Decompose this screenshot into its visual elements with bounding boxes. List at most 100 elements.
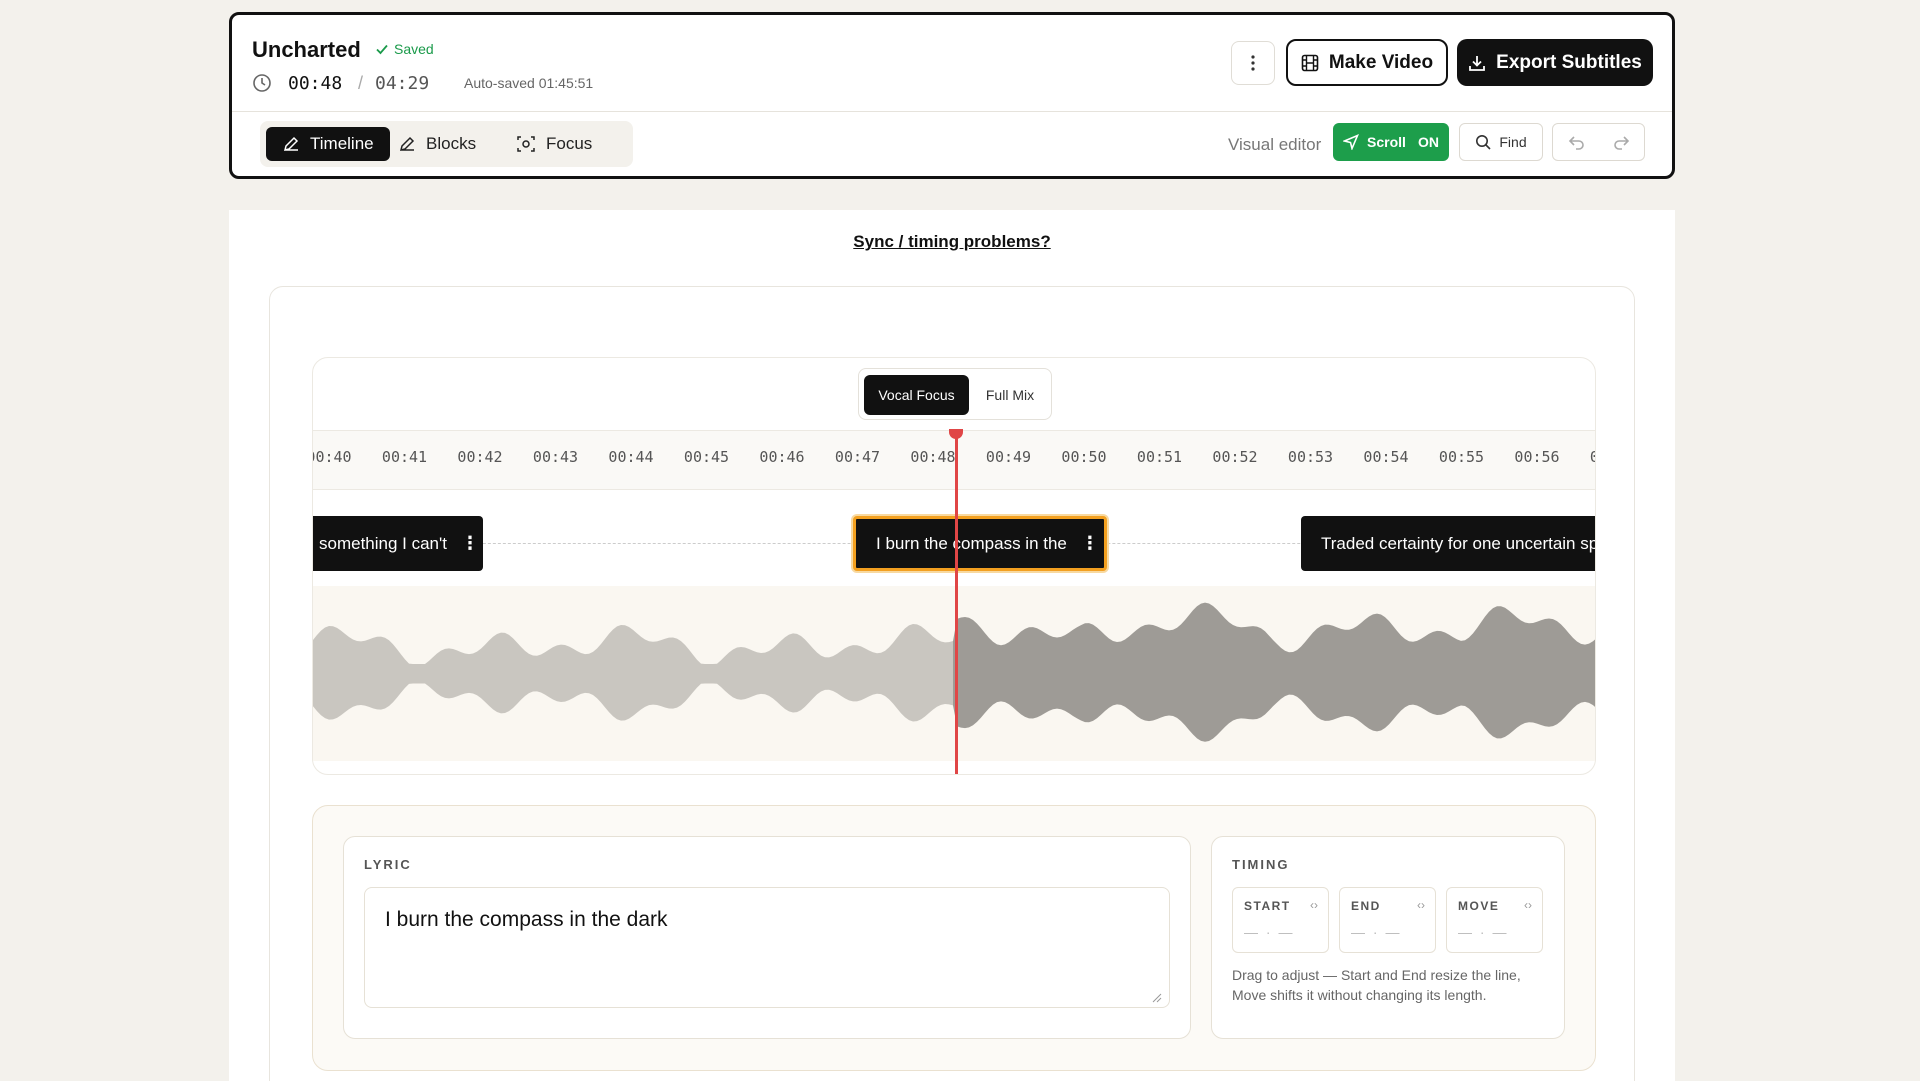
move-handle[interactable]: MOVE ‹› — · — xyxy=(1446,887,1543,953)
time-separator: / xyxy=(358,73,364,93)
lyric-block[interactable]: Traded certainty for one uncertain sp xyxy=(1301,516,1596,571)
check-icon xyxy=(376,44,388,55)
lyric-track: something I can't ⋮ I burn the compass i… xyxy=(313,490,1595,586)
ruler-tick: 00:43 xyxy=(532,448,579,466)
lyric-section-label: LYRIC xyxy=(364,857,412,872)
search-icon xyxy=(1476,135,1491,150)
ruler-tick: 00:53 xyxy=(1287,448,1334,466)
export-label: Export Subtitles xyxy=(1496,51,1642,73)
start-label: START xyxy=(1244,899,1291,913)
download-icon xyxy=(1469,55,1486,71)
playhead[interactable] xyxy=(955,430,958,774)
waveform-upcoming xyxy=(953,602,1595,742)
timing-card: TIMING START ‹› — · — END ‹› — · — MOVE … xyxy=(1211,836,1565,1039)
timing-hint: Drag to adjust — Start and End resize th… xyxy=(1232,967,1521,1003)
find-button[interactable]: Find xyxy=(1459,123,1543,161)
vertical-dots-icon xyxy=(1251,55,1255,71)
ruler-tick: 00:40 xyxy=(313,448,352,466)
undo-redo-group xyxy=(1552,123,1645,161)
waveform-played xyxy=(313,624,953,722)
undo-icon xyxy=(1568,136,1584,150)
start-value: — · — xyxy=(1244,924,1295,940)
view-tabs: Timeline Blocks Focus xyxy=(260,121,633,167)
ruler-tick: 00:56 xyxy=(1514,448,1560,466)
tab-focus[interactable]: Focus xyxy=(500,127,608,161)
sync-timing-link[interactable]: Sync / timing problems? xyxy=(229,232,1675,252)
redo-icon xyxy=(1614,136,1630,150)
vocal-focus-option[interactable]: Vocal Focus xyxy=(864,375,969,415)
pencil-icon xyxy=(283,136,299,152)
lyric-textarea[interactable]: I burn the compass in the dark xyxy=(364,887,1170,1008)
focus-icon xyxy=(517,136,535,152)
ruler-tick: 00:52 xyxy=(1212,448,1258,466)
clock-icon xyxy=(253,74,271,92)
lyric-block-text: I burn the compass in the xyxy=(876,533,1067,553)
editor-header: Uncharted Saved 00:48 / 04:29 Auto-saved… xyxy=(229,12,1675,179)
drag-arrows-icon: ‹› xyxy=(1417,898,1425,912)
total-time: 04:29 xyxy=(375,73,430,94)
lyric-block-selected[interactable]: I burn the compass in the ⋮ xyxy=(853,516,1107,571)
editor-frame: Vocal Focus Full Mix 00:4000:4100:4200:4… xyxy=(269,286,1635,1081)
resize-grip-icon[interactable] xyxy=(1152,993,1162,1003)
scroll-label: Scroll xyxy=(1367,134,1406,150)
scroll-toggle-button[interactable]: Scroll ON xyxy=(1333,123,1449,161)
project-title: Uncharted xyxy=(252,37,361,62)
tab-blocks[interactable]: Blocks xyxy=(382,127,492,161)
end-label: END xyxy=(1351,899,1381,913)
redo-button[interactable] xyxy=(1611,133,1631,153)
make-video-button[interactable]: Make Video xyxy=(1286,39,1448,86)
lyric-block-text: something I can't xyxy=(319,533,447,553)
ruler-tick: 00:48 xyxy=(910,448,956,466)
ruler-tick: 00:41 xyxy=(381,448,428,466)
tab-label: Timeline xyxy=(310,134,374,153)
block-menu-icon[interactable]: ⋮ xyxy=(461,533,479,554)
current-time: 00:48 xyxy=(288,73,343,94)
full-mix-option[interactable]: Full Mix xyxy=(971,375,1049,415)
end-handle[interactable]: END ‹› — · — xyxy=(1339,887,1436,953)
ruler-tick: 00:44 xyxy=(608,448,654,466)
scroll-state: ON xyxy=(1417,134,1439,150)
timeline-panel: Vocal Focus Full Mix 00:4000:4100:4200:4… xyxy=(312,357,1596,775)
tab-label: Focus xyxy=(546,134,593,153)
find-label: Find xyxy=(1499,134,1527,150)
more-options-button[interactable] xyxy=(1231,41,1275,85)
saved-status: Saved xyxy=(375,41,434,57)
time-ruler[interactable]: 00:40 00:41 00:42 00:43 00:44 00:45 00:46 00:47… xyxy=(313,430,1595,490)
lyric-block-text: Traded certainty for one uncertain sp xyxy=(1321,533,1596,553)
ruler-tick: 00:49 xyxy=(985,448,1032,466)
ruler-tick: 00:47 xyxy=(834,448,881,466)
film-icon xyxy=(1301,54,1319,71)
lyric-block[interactable]: something I can't ⋮ xyxy=(313,516,483,571)
pencil-icon xyxy=(399,136,415,152)
move-label: MOVE xyxy=(1458,899,1500,913)
timing-section-label: TIMING xyxy=(1232,857,1290,872)
block-menu-icon[interactable]: ⋮ xyxy=(1081,533,1099,554)
saved-label: Saved xyxy=(394,41,434,57)
drag-arrows-icon: ‹› xyxy=(1310,898,1318,912)
visual-editor-label: Visual editor xyxy=(1228,135,1322,154)
move-value: — · — xyxy=(1458,924,1509,940)
make-video-label: Make Video xyxy=(1328,51,1434,73)
ruler-tick: 00:54 xyxy=(1363,448,1409,466)
ruler-tick: 00:57 xyxy=(1583,448,1595,466)
start-handle[interactable]: START ‹› — · — xyxy=(1232,887,1329,953)
ruler-tick: 00:46 xyxy=(759,448,805,466)
ruler-tick: 00:45 xyxy=(683,448,730,466)
export-subtitles-button[interactable]: Export Subtitles xyxy=(1457,39,1653,86)
ruler-tick: 00:51 xyxy=(1136,448,1183,466)
line-properties-panel: LYRIC I burn the compass in the dark TIM… xyxy=(312,805,1596,1071)
tab-label: Blocks xyxy=(426,134,477,153)
ruler-tick: 00:55 xyxy=(1438,448,1485,466)
audio-mode-toggle: Vocal Focus Full Mix xyxy=(858,368,1052,420)
ruler-tick: 00:42 xyxy=(457,448,503,466)
header-top-row: Uncharted Saved 00:48 / 04:29 Auto-saved… xyxy=(232,15,1672,112)
ruler-tick: 00:50 xyxy=(1061,448,1107,466)
end-value: — · — xyxy=(1351,924,1402,940)
drag-arrows-icon: ‹› xyxy=(1524,898,1532,912)
lyric-card: LYRIC I burn the compass in the dark xyxy=(343,836,1191,1039)
main-panel: Sync / timing problems? Vocal Focus Full… xyxy=(229,210,1675,1081)
undo-button[interactable] xyxy=(1567,133,1587,153)
autosaved-status: Auto-saved 01:45:51 xyxy=(464,75,594,91)
waveform-area[interactable] xyxy=(313,586,1595,761)
tab-timeline[interactable]: Timeline xyxy=(266,127,390,161)
